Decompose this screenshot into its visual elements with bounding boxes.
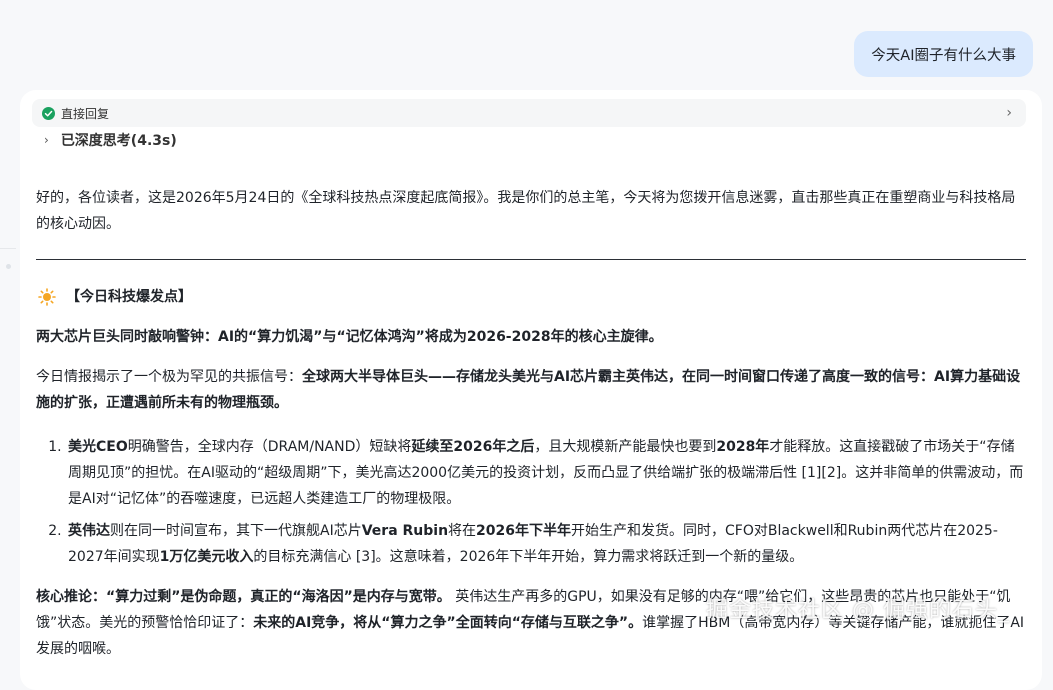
collapsed-dot [6,264,11,269]
left-panel-edge [0,248,16,309]
news-list: 美光CEO明确警告，全球内存（DRAM/NAND）短缺将延续至2026年之后，且… [36,434,1026,570]
reply-content: 好的，各位读者，这是2026年5月24日的《全球科技热点深度起底简报》。我是你们… [36,185,1026,662]
check-circle-icon [42,106,55,120]
bold-text: 1万亿美元收入 [159,549,254,565]
chevron-right-icon: › [44,133,49,147]
lead-paragraph: 两大芯片巨头同时敲响警钟：AI的“算力饥渴”与“记忆体鸿沟”将成为2026-20… [36,329,663,345]
text: 的目标充满信心 [3]。这意味着，2026年下半年开始，算力需求将跃迁到一个新的… [253,549,804,565]
bold-text: 未来的AI竞争，将从“算力之争”全面转向“存储与互联之争”。 [253,615,643,631]
bold-text: 2026年下半年 [476,523,572,539]
user-message-text: 今天AI圈子有什么大事 [871,47,1016,64]
list-item: 英伟达则在同一时间宣布，其下一代旗舰AI芯片Vera Rubin将在2026年下… [66,518,1026,570]
list-item: 美光CEO明确警告，全球内存（DRAM/NAND）短缺将延续至2026年之后，且… [66,434,1026,512]
bold-text: 延续至2026年之后 [411,439,535,455]
chevron-right-icon[interactable]: › [1006,105,1012,121]
bold-text: 美光CEO [68,439,128,455]
text: 将在 [448,523,477,539]
bold-text: Vera Rubin [361,523,449,539]
thinking-toggle[interactable]: › 已深度思考(4.3s) [44,130,177,150]
text: 明确警告，全球内存（DRAM/NAND）短缺将 [127,439,412,455]
reply-mode-bar[interactable]: 直接回复 › [32,99,1026,127]
signal-text: 今日情报揭示了一个极为罕见的共振信号： [36,369,302,385]
sun-icon [38,288,56,306]
thinking-label: 已深度思考(4.3s) [60,133,177,149]
text: 则在同一时间宣布，其下一代旗舰AI芯片 [110,523,362,539]
divider [36,259,1026,260]
intro-paragraph: 好的，各位读者，这是2026年5月24日的《全球科技热点深度起底简报》。我是你们… [36,190,1016,232]
section-title: 【今日科技爆发点】 [66,289,192,305]
watermark: 掘金技术社区 @ 倔强的石头_ [706,598,1010,623]
section-heading: 【今日科技爆发点】 [36,284,1026,310]
bold-text: 2028年 [716,439,770,455]
reply-mode-label: 直接回复 [61,106,110,121]
bold-text: 核心推论：“算力过剩”是伪命题，真正的“海洛因”是内存与宽带。 [36,589,451,605]
user-message-bubble: 今天AI圈子有什么大事 [854,31,1033,77]
text: ，且大规模新产能最快也要到 [534,439,717,455]
signal-paragraph: 今日情报揭示了一个极为罕见的共振信号：全球两大半导体巨头——存储龙头美光与AI芯… [36,364,1026,416]
bold-text: 英伟达 [68,523,110,539]
